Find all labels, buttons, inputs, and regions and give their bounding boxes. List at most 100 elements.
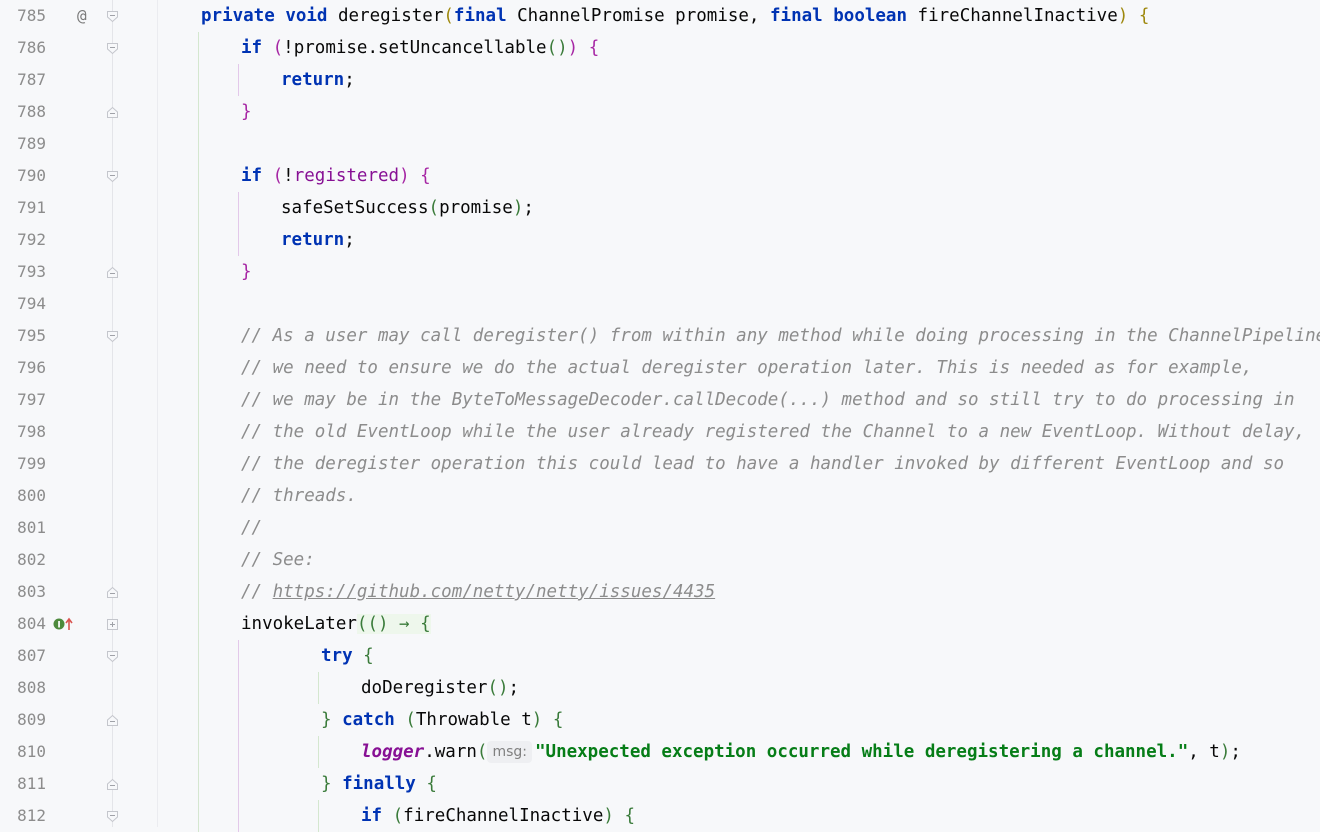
code-line[interactable]: if (fireChannelInactive) {: [361, 800, 635, 832]
fold-collapse-icon[interactable]: [106, 10, 119, 23]
line-number: 812: [17, 806, 46, 825]
gutter-row[interactable]: 786: [0, 32, 157, 64]
line-number: 809: [17, 710, 46, 729]
gutter-row[interactable]: 793: [0, 256, 157, 288]
gutter-row[interactable]: 798: [0, 416, 157, 448]
gutter-row[interactable]: 808: [0, 672, 157, 704]
code-token: ): [531, 710, 543, 730]
code-line[interactable]: if (!promise.setUncancellable()) {: [241, 32, 599, 64]
code-line[interactable]: // the old EventLoop while the user alre…: [241, 416, 1305, 448]
code-editor[interactable]: 785 @786 787 788 789 790 791 792 793 794 795 796 797…: [0, 0, 1320, 832]
code-line[interactable]: // we may be in the ByteToMessageDecoder…: [241, 384, 1295, 416]
fold-collapse-icon[interactable]: [106, 650, 119, 663]
gutter-row[interactable]: 802: [0, 544, 157, 576]
code-line[interactable]: // https://github.com/netty/netty/issues…: [241, 576, 715, 608]
code-line[interactable]: }: [241, 96, 252, 128]
override-annotation-icon[interactable]: @: [77, 0, 87, 32]
fold-end-icon[interactable]: [106, 778, 119, 791]
code-line[interactable]: logger.warn(msg: "Unexpected exception oc…: [361, 736, 1241, 768]
gutter-row[interactable]: 787: [0, 64, 157, 96]
code-token: ;: [1230, 742, 1241, 762]
code-token: return: [281, 70, 345, 90]
gutter-row[interactable]: 785 @: [0, 0, 157, 32]
gutter-row[interactable]: 807: [0, 640, 157, 672]
fold-end-icon[interactable]: [106, 106, 119, 119]
gutter-row[interactable]: 789: [0, 128, 157, 160]
code-line[interactable]: return;: [281, 224, 355, 256]
code-token: fireChannelInactive: [403, 806, 604, 826]
gutter-row[interactable]: 801: [0, 512, 157, 544]
code-line[interactable]: return;: [281, 64, 355, 96]
code-line[interactable]: doDeregister();: [361, 672, 519, 704]
code-line[interactable]: // As a user may call deregister() from …: [241, 320, 1320, 352]
line-number: 808: [17, 678, 46, 697]
code-token: fireChannelInactive: [907, 6, 1118, 26]
gutter-row[interactable]: 809: [0, 704, 157, 736]
implementation-arrow-icon[interactable]: I: [53, 617, 77, 631]
fold-end-icon[interactable]: [106, 586, 119, 599]
code-line[interactable]: // threads.: [241, 480, 357, 512]
fold-collapse-icon[interactable]: [106, 42, 119, 55]
code-token: doDeregister: [361, 678, 488, 698]
code-line[interactable]: } finally {: [321, 768, 437, 800]
fold-end-icon[interactable]: [106, 266, 119, 279]
gutter-row[interactable]: 797: [0, 384, 157, 416]
gutter-row[interactable]: 812: [0, 800, 157, 832]
line-number: 811: [17, 774, 46, 793]
gutter-row[interactable]: 794: [0, 288, 157, 320]
fold-collapse-icon[interactable]: [106, 810, 119, 823]
gutter-row[interactable]: 791: [0, 192, 157, 224]
code-token: if: [361, 806, 383, 826]
code-token: boolean: [833, 6, 908, 26]
code-token: ): [399, 166, 410, 186]
gutter-row[interactable]: 799: [0, 448, 157, 480]
code-token: {: [624, 806, 635, 826]
editor-gutter[interactable]: 785 @786 787 788 789 790 791 792 793 794 795 796 797…: [0, 0, 158, 827]
code-token: !promise.setUncancellable: [283, 38, 547, 58]
indent-guide: [238, 64, 239, 96]
code-line[interactable]: try {: [321, 640, 374, 672]
code-token: try: [321, 646, 353, 666]
fold-collapse-icon[interactable]: [106, 330, 119, 343]
gutter-row[interactable]: 795: [0, 320, 157, 352]
line-number: 794: [17, 294, 46, 313]
fold-end-icon[interactable]: [106, 714, 119, 727]
code-line[interactable]: } catch (Throwable t) {: [321, 704, 563, 736]
code-line[interactable]: invokeLater(() → {: [241, 608, 431, 640]
code-token: ;: [344, 230, 355, 250]
gutter-row[interactable]: 804 I: [0, 608, 157, 640]
code-token: }: [321, 710, 332, 730]
gutter-row[interactable]: 796: [0, 352, 157, 384]
gutter-row[interactable]: 800: [0, 480, 157, 512]
gutter-row[interactable]: 788: [0, 96, 157, 128]
code-token: registered: [293, 166, 400, 186]
gutter-row[interactable]: 811: [0, 768, 157, 800]
gutter-row[interactable]: 810: [0, 736, 157, 768]
code-line[interactable]: private void deregister(final ChannelPro…: [201, 0, 1149, 32]
fold-collapse-icon[interactable]: [106, 170, 119, 183]
gutter-row[interactable]: 790: [0, 160, 157, 192]
code-line[interactable]: if (!registered) {: [241, 160, 431, 192]
code-line[interactable]: // See:: [241, 544, 315, 576]
code-area[interactable]: private void deregister(final ChannelPro…: [158, 0, 1320, 832]
code-token: // threads.: [241, 486, 357, 506]
code-line[interactable]: //: [241, 512, 262, 544]
code-token: (): [487, 678, 509, 698]
gutter-row[interactable]: 803: [0, 576, 157, 608]
code-line[interactable]: // the deregister operation this could l…: [241, 448, 1284, 480]
gutter-row[interactable]: 792: [0, 224, 157, 256]
code-line[interactable]: }: [241, 256, 252, 288]
comment-link[interactable]: https://github.com/netty/netty/issues/44…: [273, 582, 716, 602]
code-token: (: [443, 6, 454, 26]
code-line[interactable]: // we need to ensure we do the actual de…: [241, 352, 1252, 384]
code-token: {: [552, 710, 564, 730]
code-token: .warn: [424, 742, 477, 762]
code-line[interactable]: safeSetSuccess(promise);: [281, 192, 534, 224]
fold-expand-icon[interactable]: [106, 618, 119, 631]
